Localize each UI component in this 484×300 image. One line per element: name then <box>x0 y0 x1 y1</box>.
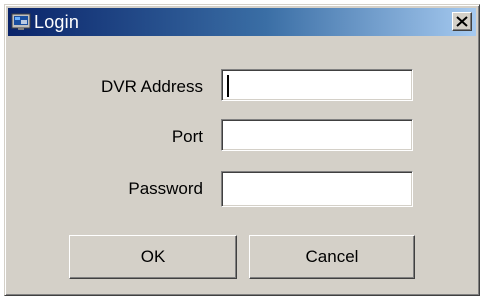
dvr-address-input[interactable] <box>221 69 413 101</box>
ok-button[interactable]: OK <box>69 235 237 279</box>
login-dialog: Login DVR Address Port Password OK Cance… <box>4 4 480 296</box>
cancel-button[interactable]: Cancel <box>249 235 415 279</box>
port-label: Port <box>171 127 203 146</box>
port-input[interactable] <box>221 119 413 151</box>
password-label: Password <box>128 179 203 198</box>
title-bar[interactable]: Login <box>8 8 476 36</box>
text-caret <box>227 75 229 97</box>
dvr-address-label: DVR Address <box>100 77 203 96</box>
dvr-monitor-icon <box>11 12 31 32</box>
password-input[interactable] <box>221 171 413 207</box>
close-button[interactable] <box>452 12 472 31</box>
close-icon <box>456 16 468 27</box>
window-title: Login <box>34 11 80 32</box>
